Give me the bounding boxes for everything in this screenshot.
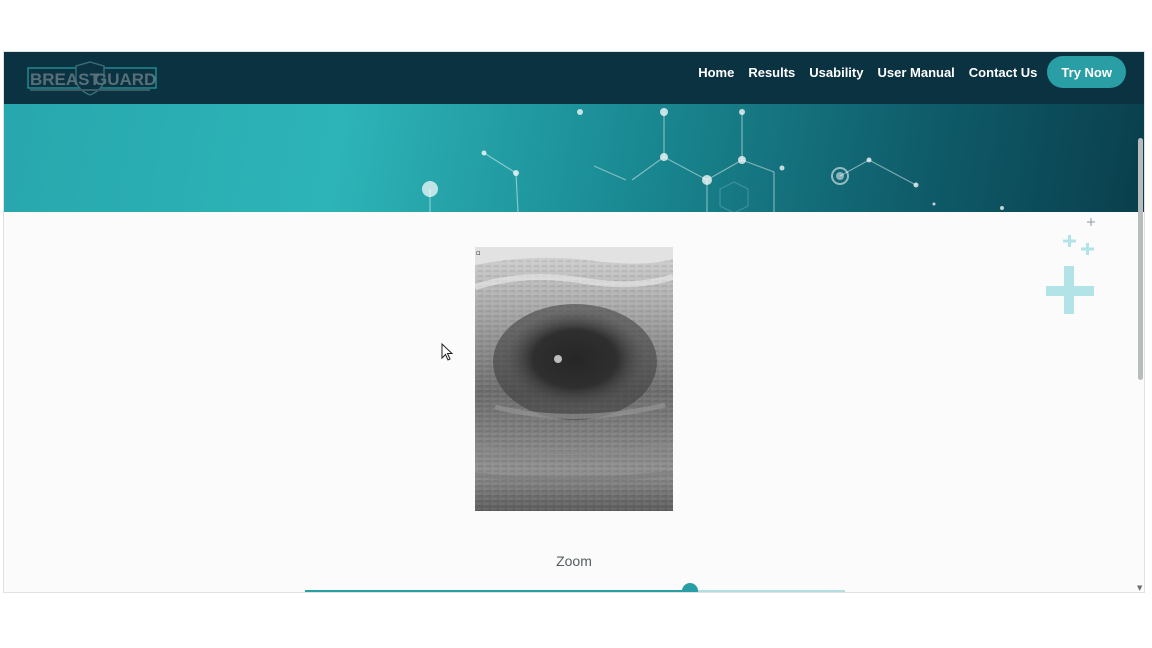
svg-text:BREAST: BREAST — [30, 70, 101, 89]
try-now-button[interactable]: Try Now — [1047, 56, 1126, 88]
svg-text:GUARD: GUARD — [94, 70, 156, 89]
brand-logo[interactable]: BREAST GUARD — [26, 57, 160, 97]
nav-user-manual-link[interactable]: User Manual — [877, 65, 954, 80]
nav-home-link[interactable]: Home — [698, 65, 734, 80]
zoom-slider-handle[interactable] — [682, 583, 699, 592]
zoom-slider-fill — [305, 590, 691, 592]
nav-usability-link[interactable]: Usability — [809, 65, 863, 80]
scroll-down-arrow-icon[interactable]: ▼ — [1137, 584, 1142, 592]
zoom-slider[interactable] — [305, 583, 845, 592]
ultrasound-scan-image: ▫ — [475, 247, 673, 511]
medical-cross-icon — [1044, 215, 1104, 319]
scrollbar-thumb[interactable] — [1138, 138, 1143, 380]
top-navbar: BREAST GUARD Home Results Usability User… — [4, 52, 1144, 104]
zoom-label: Zoom — [556, 553, 592, 569]
mouse-pointer-icon — [441, 342, 455, 367]
main-navigation: Home Results Usability User Manual Conta… — [684, 56, 1126, 88]
browser-viewport: BREAST GUARD Home Results Usability User… — [3, 51, 1145, 593]
nav-results-link[interactable]: Results — [748, 65, 795, 80]
page-scrollbar[interactable]: ▼ — [1137, 104, 1144, 592]
svg-text:▫: ▫ — [476, 249, 481, 257]
nav-contact-us-link[interactable]: Contact Us — [969, 65, 1038, 80]
shield-logo-icon: BREAST GUARD — [27, 61, 157, 96]
